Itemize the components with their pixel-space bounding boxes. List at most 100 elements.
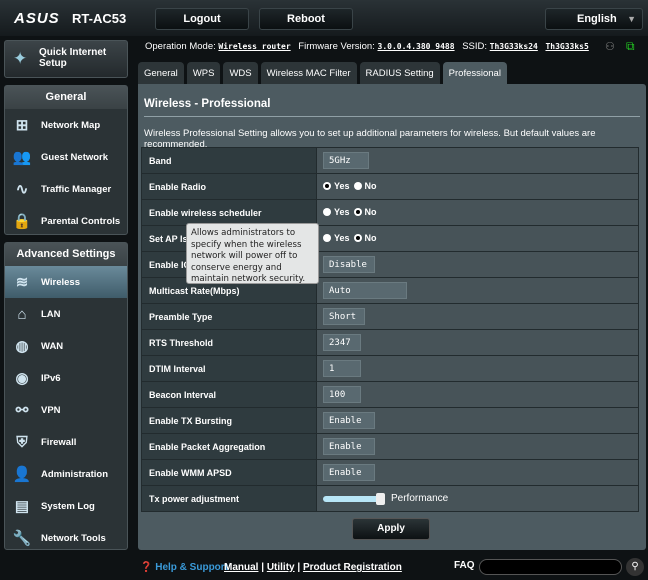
home-icon: ⌂ bbox=[17, 305, 27, 323]
faq-search-input[interactable] bbox=[479, 559, 622, 575]
radio-no[interactable]: No bbox=[353, 181, 377, 191]
sidebar-item-guest-network[interactable]: 👥 Guest Network bbox=[5, 141, 127, 173]
advanced-menu: Advanced Settings ≋ Wireless ⌂ LAN ◍ WAN ◉ IPv6… bbox=[4, 242, 128, 550]
sidebar-item-system-log[interactable]: ▤ System Log bbox=[5, 490, 127, 522]
logout-button[interactable]: Logout bbox=[155, 8, 249, 30]
setting-label: Tx power adjustment bbox=[141, 485, 317, 512]
wifi-icon: ≋ bbox=[15, 274, 29, 291]
setting-label: Band bbox=[141, 147, 317, 174]
setting-select[interactable]: 5GHz bbox=[323, 152, 369, 169]
sidebar-item-lan[interactable]: ⌂ LAN bbox=[5, 298, 127, 330]
radio-no[interactable]: No bbox=[353, 207, 377, 217]
sidebar-item-network-map[interactable]: ⊞ Network Map bbox=[5, 109, 127, 141]
search-icon[interactable]: ⚲ bbox=[626, 558, 644, 576]
setting-value-cell: 2347 bbox=[316, 329, 639, 356]
tab-radius-setting[interactable]: RADIUS Setting bbox=[359, 62, 440, 84]
radio-button[interactable] bbox=[353, 208, 362, 216]
tab-professional[interactable]: Professional bbox=[442, 62, 507, 84]
language-value: English bbox=[577, 13, 617, 25]
help-support-link[interactable]: ❓ Help & Support bbox=[140, 562, 228, 573]
radio-button[interactable] bbox=[323, 234, 331, 242]
general-menu: General ⊞ Network Map 👥 Guest Network ∿ Traff… bbox=[4, 85, 128, 235]
clients-icon[interactable]: ⚇ bbox=[605, 40, 615, 53]
log-icon: ▤ bbox=[14, 498, 30, 515]
table-row: Enable WMM APSD Enable bbox=[141, 459, 639, 486]
setting-value-cell: Yes No bbox=[316, 173, 639, 200]
asus-logo: ASUS bbox=[14, 10, 60, 27]
sidebar-item-vpn[interactable]: ⚯ VPN bbox=[5, 394, 127, 426]
language-select[interactable]: English ▼ bbox=[545, 8, 643, 30]
tools-icon: 🔧 bbox=[12, 530, 32, 547]
sidebar-item-label: Wireless bbox=[41, 276, 80, 288]
setting-select[interactable]: Enable bbox=[323, 438, 375, 455]
apply-button[interactable]: Apply bbox=[352, 518, 430, 540]
reboot-button[interactable]: Reboot bbox=[259, 8, 353, 30]
sidebar-item-parental-controls[interactable]: 🔒 Parental Controls bbox=[5, 205, 127, 237]
table-row: Band 5GHz bbox=[141, 147, 639, 174]
table-row: Preamble Type Short bbox=[141, 303, 639, 330]
table-row: Enable TX Bursting Enable bbox=[141, 407, 639, 434]
setting-value-cell: Yes No bbox=[316, 199, 639, 226]
op-mode-link[interactable]: Wireless router bbox=[218, 42, 290, 51]
radio-yes[interactable]: Yes bbox=[323, 207, 350, 217]
magic-wand-icon: ✦ bbox=[13, 49, 28, 68]
sidebar-item-firewall[interactable]: ⛨ Firewall bbox=[5, 426, 127, 458]
setting-select[interactable]: Disable bbox=[323, 256, 375, 273]
firmware-link[interactable]: 3.0.0.4.380_9488 bbox=[378, 42, 455, 51]
tx-power-slider[interactable] bbox=[323, 492, 385, 505]
setting-value-cell: Enable bbox=[316, 407, 639, 434]
sidebar-item-label: System Log bbox=[41, 500, 95, 512]
sidebar-item-traffic-manager[interactable]: ∿ Traffic Manager bbox=[5, 173, 127, 205]
usb-status-icon[interactable]: ⧉ bbox=[626, 39, 635, 54]
setting-label: Enable WMM APSD bbox=[141, 459, 317, 486]
sidebar-item-label: Network Map bbox=[41, 119, 101, 131]
sidebar-item-administration[interactable]: 👤 Administration bbox=[5, 458, 127, 490]
radio-button[interactable] bbox=[323, 182, 331, 190]
ssid-5-link[interactable]: Th3G33ks5 bbox=[545, 42, 588, 51]
radio-yes[interactable]: Yes bbox=[323, 233, 350, 243]
utility-link[interactable]: Utility bbox=[267, 562, 295, 573]
tab-wps[interactable]: WPS bbox=[186, 62, 221, 84]
radio-button[interactable] bbox=[353, 234, 362, 242]
parental-icon: 🔒 bbox=[12, 213, 32, 230]
tab-general[interactable]: General bbox=[138, 62, 184, 84]
radio-label: No bbox=[364, 207, 377, 217]
setting-select[interactable]: Enable bbox=[323, 412, 375, 429]
setting-value-cell: Auto bbox=[316, 277, 639, 304]
setting-value-cell: Enable bbox=[316, 433, 639, 460]
radio-button[interactable] bbox=[353, 182, 362, 190]
table-row: RTS Threshold 2347 bbox=[141, 329, 639, 356]
sidebar-item-network-tools[interactable]: 🔧 Network Tools bbox=[5, 522, 127, 554]
tab-wireless-mac-filter[interactable]: Wireless MAC Filter bbox=[260, 62, 357, 84]
sidebar-item-wan[interactable]: ◍ WAN bbox=[5, 330, 127, 362]
setting-select[interactable]: Auto bbox=[323, 282, 407, 299]
setting-label: Preamble Type bbox=[141, 303, 317, 330]
settings-table: Band 5GHz Enable Radio Yes No Enable wireless… bbox=[141, 147, 639, 512]
radio-yes[interactable]: Yes bbox=[323, 181, 350, 191]
radio-label: No bbox=[364, 181, 377, 191]
sidebar-item-wireless[interactable]: ≋ Wireless bbox=[5, 266, 127, 298]
radio-label: Yes bbox=[334, 233, 350, 243]
radio-no[interactable]: No bbox=[353, 233, 377, 243]
quick-internet-setup-button[interactable]: ✦ Quick Internet Setup bbox=[4, 40, 128, 78]
ssid-24-link[interactable]: Th3G33ks24 bbox=[490, 42, 538, 51]
traffic-icon: ∿ bbox=[15, 181, 29, 198]
tab-wds[interactable]: WDS bbox=[223, 62, 258, 84]
sidebar-item-ipv6[interactable]: ◉ IPv6 bbox=[5, 362, 127, 394]
setting-input[interactable]: 2347 bbox=[323, 334, 361, 351]
setting-label: Beacon Interval bbox=[141, 381, 317, 408]
setting-label: Enable TX Bursting bbox=[141, 407, 317, 434]
setting-select[interactable]: Enable bbox=[323, 464, 375, 481]
globe-icon: ◍ bbox=[15, 338, 29, 355]
network-map-icon: ⊞ bbox=[15, 117, 29, 134]
tab-bar: General WPS WDS Wireless MAC Filter RADIUS S… bbox=[138, 62, 507, 84]
setting-input[interactable]: 100 bbox=[323, 386, 361, 403]
setting-select[interactable]: Short bbox=[323, 308, 365, 325]
setting-label: Enable Radio bbox=[141, 173, 317, 200]
setting-input[interactable]: 1 bbox=[323, 360, 361, 377]
setting-value-cell: Enable bbox=[316, 459, 639, 486]
manual-link[interactable]: Manual bbox=[224, 562, 258, 573]
product-registration-link[interactable]: Product Registration bbox=[303, 562, 402, 573]
slider-handle[interactable] bbox=[376, 492, 385, 505]
radio-button[interactable] bbox=[323, 208, 331, 216]
